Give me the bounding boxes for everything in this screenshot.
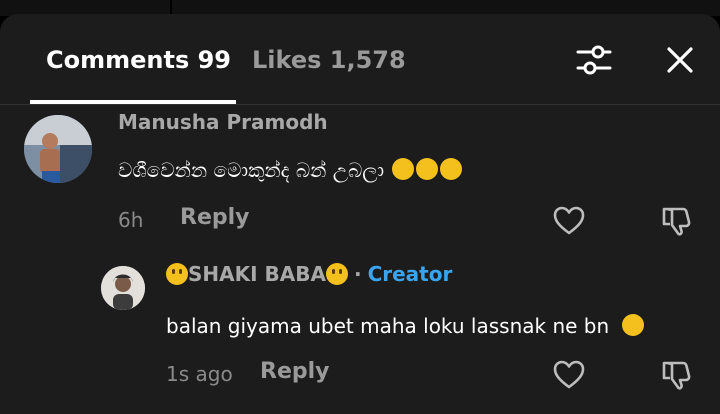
heart-icon[interactable] [552, 358, 586, 392]
separator-dot: · [353, 262, 362, 286]
sliders-icon[interactable] [574, 40, 614, 80]
laughing-emoji-icon [440, 158, 463, 180]
thumbs-down-icon[interactable] [661, 358, 695, 392]
shy-face-emoji-icon [621, 314, 644, 336]
comment-text: වශීවෙන්න මොකුන්ද බන් උබලා [118, 158, 463, 182]
smiley-emoji-icon [325, 263, 348, 285]
avatar-photo [24, 115, 92, 183]
close-icon[interactable] [660, 40, 700, 80]
comment-text: balan giyama ubet maha loku lassnak ne b… [166, 314, 644, 338]
laughing-emoji-icon [392, 158, 415, 180]
heart-icon[interactable] [552, 204, 586, 238]
username[interactable]: Manusha Pramodh [118, 110, 328, 134]
laughing-emoji-icon [416, 158, 439, 180]
comment-timestamp: 1s ago [166, 362, 233, 386]
comment-timestamp: 6h [118, 208, 144, 232]
username[interactable]: SHAKI BABA [188, 262, 326, 286]
reply-button[interactable]: Reply [180, 205, 250, 230]
tab-likes[interactable]: Likes 1,578 [252, 44, 406, 76]
creator-badge: Creator [367, 262, 453, 286]
reply-button[interactable]: Reply [260, 359, 330, 384]
avatar-photo [101, 266, 145, 310]
thumbs-down-icon[interactable] [661, 204, 695, 238]
tab-bar: Comments 99 Likes 1,578 [0, 14, 720, 105]
creator-username: SHAKI BABA · Creator [166, 262, 452, 286]
comments-panel: Comments 99 Likes 1,578 [0, 14, 720, 414]
avatar[interactable] [24, 115, 92, 183]
active-tab-indicator [30, 100, 236, 104]
tab-comments[interactable]: Comments 99 [46, 44, 231, 76]
smiley-emoji-icon [166, 263, 188, 285]
avatar[interactable] [101, 266, 145, 310]
